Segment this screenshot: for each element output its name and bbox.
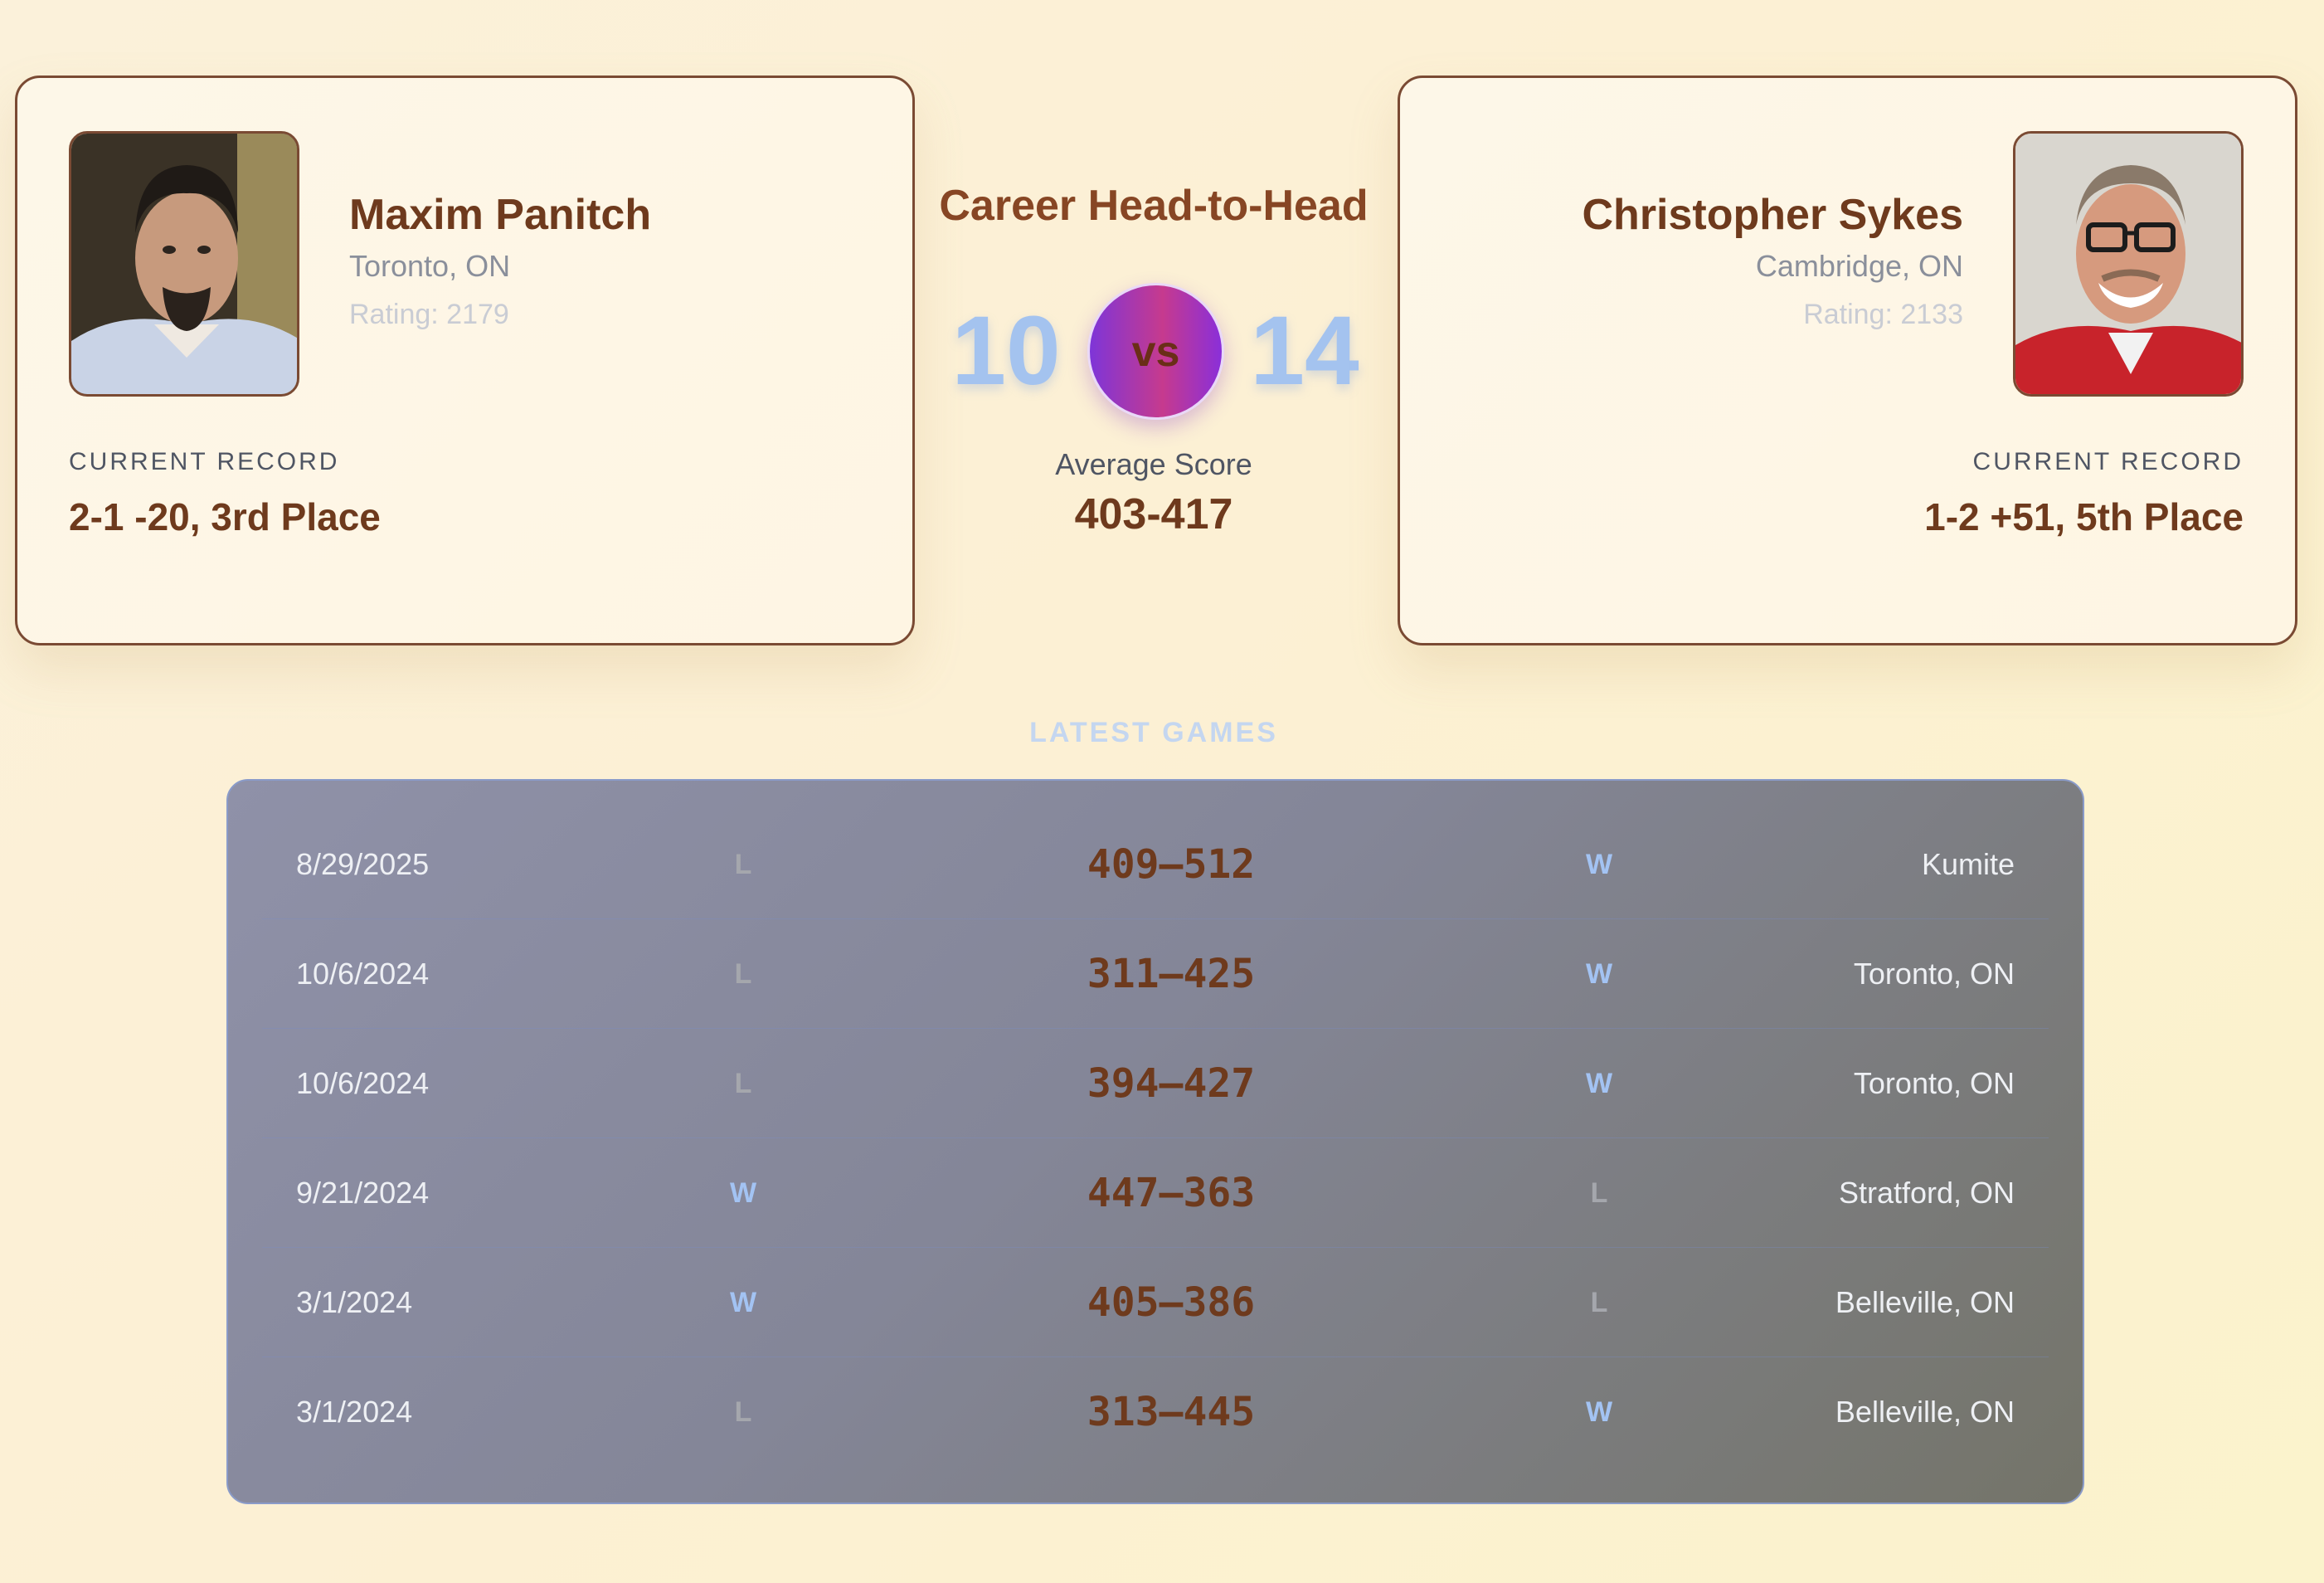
game-score: 447–363 <box>1087 1170 1256 1216</box>
player1-h2h-wins: 10 <box>951 296 1061 406</box>
game-row[interactable]: 10/6/2024 L 311–425 W Toronto, ON <box>262 919 2049 1029</box>
player1-result: W <box>729 1287 757 1318</box>
player1-result: L <box>734 958 752 990</box>
game-score: 394–427 <box>1087 1060 1256 1107</box>
player1-portrait-image <box>71 134 297 394</box>
h2h-title: Career Head-to-Head <box>939 182 1369 230</box>
player1-record: 2-1 -20, 3rd Place <box>69 495 381 538</box>
player1-result: L <box>734 1068 752 1099</box>
player2-record: 1-2 +51, 5th Place <box>1924 495 2244 538</box>
player2-result: W <box>1585 1396 1613 1428</box>
player2-photo <box>2013 131 2244 397</box>
average-score-value: 403-417 <box>1074 490 1233 538</box>
player1-photo <box>69 131 299 397</box>
game-date: 3/1/2024 <box>296 1395 413 1429</box>
player2-result: W <box>1585 849 1613 880</box>
player1-result: W <box>729 1177 757 1209</box>
latest-games-table: 8/29/2025 L 409–512 W Kumite 10/6/2024 L… <box>226 779 2084 1504</box>
game-score: 405–386 <box>1087 1279 1256 1326</box>
game-date: 10/6/2024 <box>296 957 430 991</box>
game-location: Toronto, ON <box>1853 957 2015 991</box>
game-location: Stratford, ON <box>1838 1176 2015 1210</box>
player1-rating: Rating: 2179 <box>349 299 509 330</box>
game-location: Toronto, ON <box>1853 1066 2015 1100</box>
vs-badge: vs <box>1087 283 1224 420</box>
player2-result: W <box>1585 1068 1613 1099</box>
player2-portrait-image <box>2015 134 2241 394</box>
game-score: 409–512 <box>1087 841 1256 888</box>
player1-card: Maxim Panitch Toronto, ON Rating: 2179 C… <box>15 75 915 645</box>
game-date: 8/29/2025 <box>296 847 430 881</box>
game-row[interactable]: 8/29/2025 L 409–512 W Kumite <box>262 810 2049 919</box>
game-row[interactable]: 3/1/2024 W 405–386 L Belleville, ON <box>262 1248 2049 1357</box>
player2-result: L <box>1590 1177 1608 1209</box>
player2-h2h-wins: 14 <box>1250 296 1359 406</box>
player2-name: Christopher Sykes <box>1582 191 1964 239</box>
latest-games-heading: LATEST GAMES <box>1029 717 1278 748</box>
game-date: 3/1/2024 <box>296 1285 413 1319</box>
player2-result: W <box>1585 958 1613 990</box>
game-score: 311–425 <box>1087 951 1256 997</box>
game-date: 10/6/2024 <box>296 1066 430 1100</box>
player2-rating: Rating: 2133 <box>1803 299 1963 330</box>
average-score-label: Average Score <box>1055 447 1252 481</box>
game-score: 313–445 <box>1087 1389 1256 1435</box>
player2-location: Cambridge, ON <box>1755 249 1963 283</box>
game-row[interactable]: 3/1/2024 L 313–445 W Belleville, ON <box>262 1357 2049 1467</box>
player1-record-label: CURRENT RECORD <box>69 448 340 475</box>
player1-result: L <box>734 849 752 880</box>
game-location: Belleville, ON <box>1835 1285 2015 1319</box>
player1-location: Toronto, ON <box>349 249 511 283</box>
player2-result: L <box>1590 1287 1608 1318</box>
player1-name: Maxim Panitch <box>349 191 652 239</box>
game-row[interactable]: 9/21/2024 W 447–363 L Stratford, ON <box>262 1138 2049 1248</box>
game-row[interactable]: 10/6/2024 L 394–427 W Toronto, ON <box>262 1029 2049 1138</box>
player2-card: Christopher Sykes Cambridge, ON Rating: … <box>1398 75 2297 645</box>
game-location: Belleville, ON <box>1835 1395 2015 1429</box>
player2-record-label: CURRENT RECORD <box>1972 448 2244 475</box>
game-date: 9/21/2024 <box>296 1176 430 1210</box>
player1-result: L <box>734 1396 752 1428</box>
game-location: Kumite <box>1921 847 2015 881</box>
